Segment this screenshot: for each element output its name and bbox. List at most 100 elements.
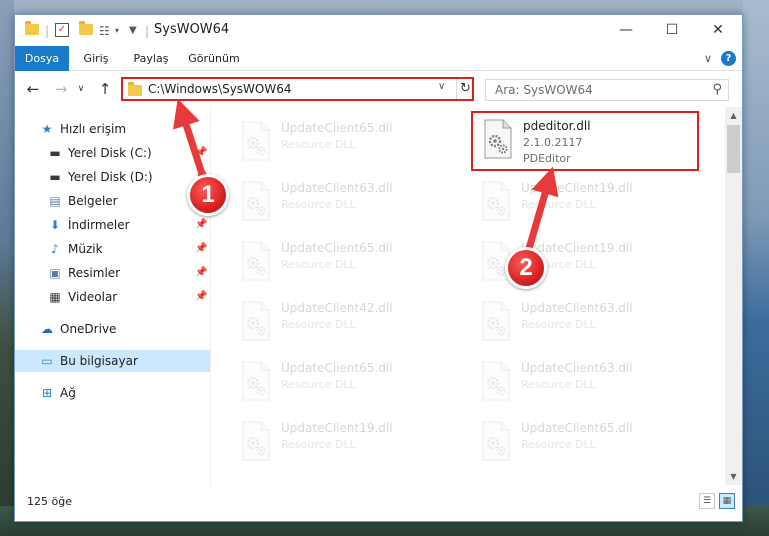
dll-file-icon (482, 301, 510, 341)
chevron-down-icon[interactable]: ▾ (115, 23, 119, 39)
file-tile[interactable]: UpdateClient65.dll Resource DLL (231, 115, 461, 171)
file-tile[interactable]: UpdateClient19.dll Resource DLL (231, 415, 461, 471)
annotation-badge-2: 2 (505, 247, 547, 289)
scroll-thumb[interactable] (727, 125, 740, 173)
file-description: Resource DLL (281, 198, 356, 211)
sidebar-item[interactable]: ⊞ Ağ (15, 382, 210, 404)
sidebar-item[interactable]: ▬Yerel Disk (D:)📌 (15, 166, 210, 188)
file-description: Resource DLL (521, 438, 596, 451)
sidebar-item[interactable]: ★ Hızlı erişim (15, 118, 210, 140)
dll-file-icon (482, 181, 510, 221)
properties-icon[interactable]: ✓ (55, 23, 69, 37)
sidebar-item-label: Belgeler (68, 194, 118, 208)
videos-icon: ▦ (49, 290, 61, 304)
file-name: pdeditor.dll (523, 119, 591, 133)
dll-file-icon (242, 121, 270, 161)
item-count: 125 öğe (27, 495, 72, 508)
sidebar-item[interactable]: ▣ Resimler 📌 (15, 262, 210, 284)
sidebar-item-label: Bu bilgisayar (60, 354, 138, 368)
file-description: Resource DLL (521, 378, 596, 391)
navigation-bar: ← → ∨ ↑ C:\Windows\SysWOW64 ∨ ↻ Ara: Sys… (15, 71, 742, 107)
scroll-down-arrow[interactable]: ▼ (725, 468, 742, 485)
drive-icon: ▬ (49, 146, 61, 160)
file-tile[interactable]: pdeditor.dll 2.1.0.2117 PDEditor (471, 111, 699, 171)
navigation-pane: ★ Hızlı erişim ▬ Yerel Disk (C:) 📌 ▬ Yerel Dis… (15, 107, 210, 485)
documents-icon: ▤ (49, 194, 61, 208)
file-list: UpdateClient65.dll Resource DLL pdeditor.d… (211, 107, 725, 485)
sidebar-item[interactable]: ▦ Videolar 📌 (15, 286, 210, 308)
sidebar-item-label: Resimler (68, 266, 121, 280)
new-folder-icon[interactable] (79, 21, 93, 39)
separator: | (145, 24, 150, 38)
dll-file-icon (242, 241, 270, 281)
customize-toolbar-icon[interactable]: ☷ (99, 23, 110, 39)
tab-dosya[interactable]: Dosya (15, 46, 69, 71)
address-text[interactable]: C:\Windows\SysWOW64 (148, 82, 292, 96)
sidebar-item[interactable]: ⬇ İndirmeler 📌 (15, 214, 210, 236)
folder-icon (25, 21, 39, 39)
file-tile[interactable]: UpdateClient65.dll Resource DLL (471, 415, 701, 471)
dll-file-icon (482, 361, 510, 401)
maximize-button[interactable]: ☐ (649, 15, 695, 46)
sidebar-item[interactable]: ▬ Yerel Disk (C:) 📌 (15, 142, 210, 164)
file-tile[interactable]: UpdateClient42.dll Resource DLL (231, 295, 461, 351)
file-tile[interactable]: UpdateClient65.dll Resource DLL (231, 235, 461, 291)
refresh-button[interactable]: ↻ (456, 79, 474, 99)
expand-ribbon-icon[interactable]: ∨ (699, 46, 717, 71)
search-input[interactable]: Ara: SysWOW64 (495, 83, 593, 97)
file-tile[interactable]: UpdateClient19.dll Resource DLL (471, 175, 701, 231)
file-company: PDEditor (523, 152, 571, 165)
tab-giris[interactable]: Giriş (73, 46, 119, 71)
search-icon[interactable]: ⚲ (712, 82, 722, 97)
file-name: UpdateClient63.dll (521, 301, 633, 315)
forward-button[interactable]: → (51, 79, 71, 99)
dll-file-icon (484, 119, 512, 159)
status-bar: 125 öğe ☰ ▦ (15, 485, 742, 521)
address-dropdown-icon[interactable]: ∨ (438, 81, 445, 92)
recent-locations-button[interactable]: ∨ (75, 79, 87, 99)
pin-icon: 📌 (195, 147, 208, 158)
dll-file-icon (242, 181, 270, 221)
pin-icon: 📌 (195, 267, 208, 278)
file-name: UpdateClient19.dll (521, 181, 633, 195)
tab-paylas[interactable]: Paylaş (125, 46, 177, 71)
ribbon-tabs: Dosya Giriş Paylaş Görünüm ∨ ? (15, 46, 742, 71)
sidebar-item[interactable]: ☁ OneDrive (15, 318, 210, 340)
back-button[interactable]: ← (23, 79, 43, 99)
file-tile[interactable]: UpdateClient63.dll Resource DLL (471, 355, 701, 411)
drive-icon: ▬ (49, 170, 61, 184)
window-title: SysWOW64 (154, 22, 230, 37)
help-icon[interactable]: ? (721, 51, 736, 66)
quick-access-dropdown-icon[interactable]: ▼ (129, 23, 137, 39)
scroll-up-arrow[interactable]: ▲ (725, 107, 742, 124)
file-description: Resource DLL (281, 258, 356, 271)
search-box[interactable]: Ara: SysWOW64 ⚲ (485, 79, 729, 101)
minimize-button[interactable]: — (603, 15, 649, 46)
tab-gorunum[interactable]: Görünüm (183, 46, 245, 71)
dll-file-icon (482, 421, 510, 461)
close-button[interactable]: ✕ (695, 15, 741, 46)
sidebar-item-label: OneDrive (60, 322, 117, 336)
sidebar-item-label: Ağ (60, 386, 76, 400)
tiles-view-button[interactable]: ▦ (719, 493, 735, 509)
star-icon: ★ (41, 122, 53, 136)
sidebar-item[interactable]: ♪ Müzik 📌 (15, 238, 210, 260)
address-bar[interactable]: C:\Windows\SysWOW64 ∨ ↻ (121, 77, 474, 101)
file-description: Resource DLL (281, 318, 356, 331)
annotation-badge-1: 1 (187, 174, 229, 216)
file-name: UpdateClient63.dll (521, 361, 633, 375)
separator: | (45, 24, 50, 38)
file-description: Resource DLL (521, 318, 596, 331)
file-tile[interactable]: UpdateClient63.dll Resource DLL (471, 295, 701, 351)
sidebar-item-label: Yerel Disk (C:) (68, 146, 152, 160)
file-description: Resource DLL (281, 138, 356, 151)
up-button[interactable]: ↑ (95, 79, 115, 99)
file-tile[interactable]: UpdateClient65.dll Resource DLL (231, 355, 461, 411)
folder-icon (128, 82, 142, 96)
vertical-scrollbar[interactable]: ▲ ▼ (725, 107, 742, 485)
details-view-button[interactable]: ☰ (699, 493, 715, 509)
sidebar-item[interactable]: ▤Belgeler📌 (15, 190, 210, 212)
file-tile[interactable]: UpdateClient63.dll Resource DLL (231, 175, 461, 231)
sidebar-item[interactable]: ▭ Bu bilgisayar (15, 350, 210, 372)
desktop-wallpaper-left (0, 0, 14, 536)
